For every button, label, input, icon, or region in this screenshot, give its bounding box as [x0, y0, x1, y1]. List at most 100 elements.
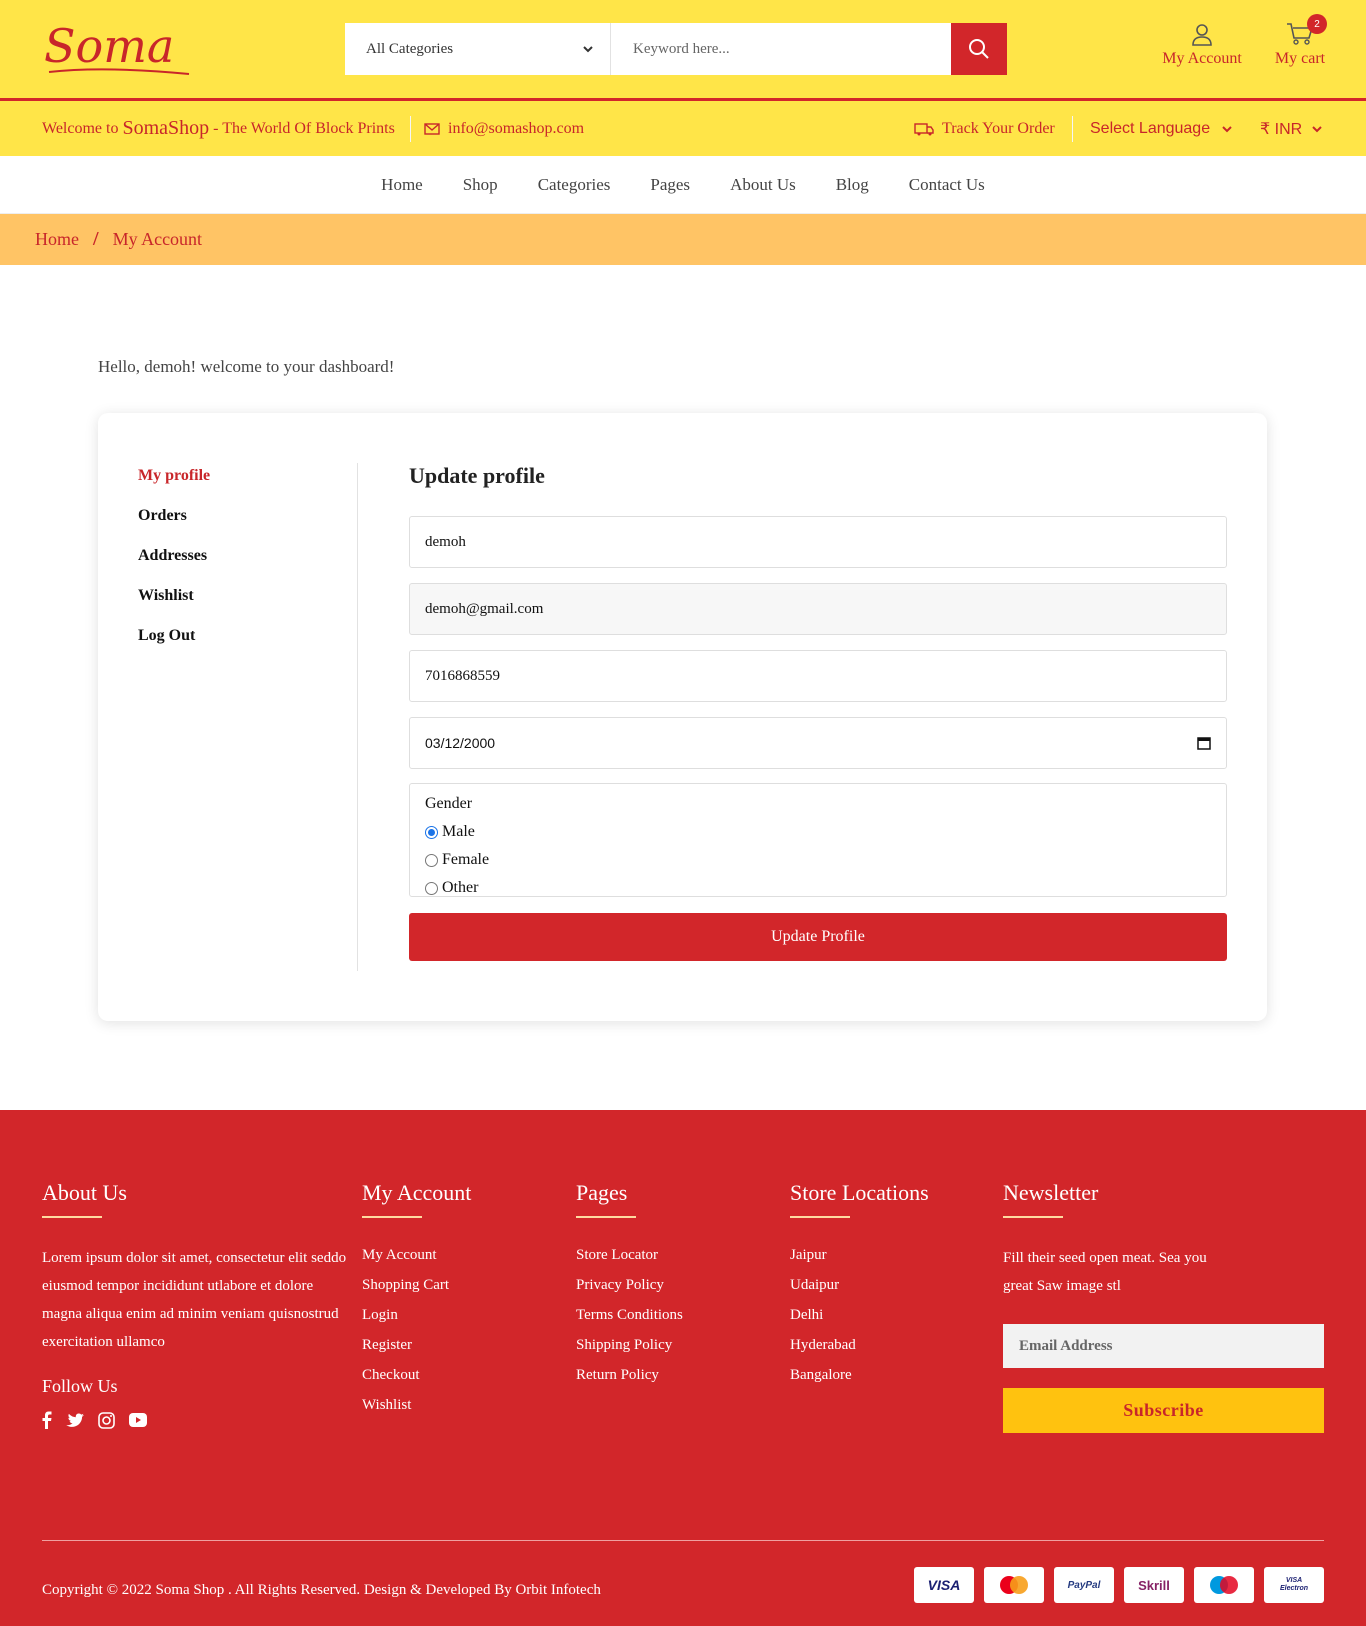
welcome-brand: SomaShop	[122, 117, 210, 139]
dashboard-greeting: Hello, demoh! welcome to your dashboard!	[98, 357, 395, 376]
visa-electron-icon: VISA Electron	[1264, 1567, 1324, 1603]
my-cart-label: My cart	[1274, 50, 1326, 67]
menu-my-profile[interactable]: My profile	[138, 463, 210, 503]
youtube-icon[interactable]	[129, 1413, 147, 1427]
footer-newsletter: Newsletter Fill their seed open meat. Se…	[1003, 1180, 1324, 1433]
footer-link[interactable]: Login	[362, 1300, 471, 1330]
footer-link[interactable]: Udaipur	[790, 1270, 929, 1300]
footer-pages-title: Pages	[576, 1180, 683, 1218]
footer-about: About Us Lorem ipsum dolor sit amet, con…	[42, 1180, 362, 1429]
menu-addresses[interactable]: Addresses	[138, 543, 210, 583]
newsletter-text: Fill their seed open meat. Sea you great…	[1003, 1250, 1207, 1294]
user-icon	[1192, 24, 1212, 46]
mastercard-icon	[984, 1567, 1044, 1603]
gender-option-male[interactable]: Male	[425, 818, 1211, 846]
gender-option-label: Male	[442, 823, 475, 840]
radio-male[interactable]	[425, 825, 438, 839]
footer-stores-title: Store Locations	[790, 1180, 929, 1218]
search-button[interactable]	[951, 23, 1007, 75]
track-order-label: Track Your Order	[942, 119, 1055, 137]
copyright-text: Copyright © 2022 Soma Shop . All Rights …	[42, 1582, 601, 1598]
menu-orders[interactable]: Orders	[138, 503, 210, 543]
breadcrumb-home[interactable]: Home	[35, 229, 79, 250]
visa-icon: VISA	[914, 1567, 974, 1603]
cart-count-badge: 2	[1307, 14, 1327, 34]
menu-wishlist[interactable]: Wishlist	[138, 583, 210, 623]
update-profile-button[interactable]: Update Profile	[409, 913, 1227, 961]
footer-link[interactable]: Bangalore	[790, 1360, 929, 1390]
footer-link[interactable]: Register	[362, 1330, 471, 1360]
dob-field-value: 03/12/2000	[425, 735, 496, 751]
instagram-icon[interactable]	[98, 1411, 115, 1429]
soma-logo[interactable]: Soma	[44, 14, 194, 84]
gender-label: Gender	[425, 795, 473, 812]
category-select-value: All Categories	[366, 40, 454, 57]
my-account-link[interactable]: My Account	[1162, 22, 1242, 68]
footer-link[interactable]: Store Locator	[576, 1240, 683, 1270]
gender-group: Gender Male Female Other	[409, 783, 1227, 897]
svg-text:Soma: Soma	[44, 19, 174, 73]
footer-link[interactable]: Terms Conditions	[576, 1300, 683, 1330]
payment-label: Skrill	[1138, 1577, 1170, 1593]
track-order-link[interactable]: Track Your Order	[914, 101, 1055, 156]
info-bar: Welcome to SomaShop - The World Of Block…	[0, 101, 1366, 156]
footer-link[interactable]: Checkout	[362, 1360, 471, 1390]
welcome-prefix: Welcome to	[42, 119, 123, 137]
footer-link[interactable]: Shopping Cart	[362, 1270, 471, 1300]
footer-link[interactable]: My Account	[362, 1240, 471, 1270]
divider	[410, 116, 411, 142]
phone-field-value: 7016868559	[425, 667, 500, 684]
nav-categories[interactable]: Categories	[518, 175, 631, 195]
welcome-text: Welcome to SomaShop - The World Of Block…	[42, 101, 395, 156]
nav-home[interactable]: Home	[361, 175, 443, 195]
nav-contact-us[interactable]: Contact Us	[889, 175, 1005, 195]
search-bar: All Categories	[345, 23, 1007, 75]
skrill-icon: Skrill	[1124, 1567, 1184, 1603]
breadcrumb-current: My Account	[112, 229, 203, 249]
email-field[interactable]: demoh@gmail.com	[409, 583, 1227, 635]
currency-select[interactable]: ₹ INR	[1260, 101, 1322, 156]
twitter-icon[interactable]	[66, 1413, 84, 1428]
name-field[interactable]: demoh	[409, 516, 1227, 568]
dob-field[interactable]: 03/12/2000	[409, 717, 1227, 769]
nav-pages[interactable]: Pages	[630, 175, 710, 195]
radio-female[interactable]	[425, 853, 438, 867]
facebook-icon[interactable]	[42, 1411, 52, 1429]
search-icon	[969, 39, 989, 59]
nav-shop[interactable]: Shop	[443, 175, 518, 195]
calendar-icon[interactable]	[1197, 736, 1211, 750]
gender-option-other[interactable]: Other	[425, 874, 1211, 902]
email-link[interactable]: info@somashop.com	[448, 120, 584, 138]
footer-link[interactable]: Return Policy	[576, 1360, 683, 1390]
gender-option-label: Other	[442, 879, 479, 896]
nav-blog[interactable]: Blog	[816, 175, 889, 195]
currency-value: ₹ INR	[1260, 120, 1303, 138]
subscribe-button[interactable]: Subscribe	[1003, 1388, 1324, 1433]
maestro-icon	[1194, 1567, 1254, 1603]
footer-link[interactable]: Delhi	[790, 1300, 929, 1330]
footer-link[interactable]: Privacy Policy	[576, 1270, 683, 1300]
footer-link[interactable]: Wishlist	[362, 1390, 471, 1420]
divider	[1072, 116, 1073, 142]
main-nav: Home Shop Categories Pages About Us Blog…	[0, 156, 1366, 214]
footer-divider	[42, 1540, 1324, 1541]
footer-link[interactable]: Hyderabad	[790, 1330, 929, 1360]
footer-link[interactable]: Shipping Policy	[576, 1330, 683, 1360]
contact-email[interactable]: info@somashop.com	[424, 101, 584, 156]
language-select[interactable]: Select Language	[1090, 101, 1232, 156]
category-select[interactable]: All Categories	[345, 23, 611, 75]
gender-option-female[interactable]: Female	[425, 846, 1211, 874]
footer-link[interactable]: Jaipur	[790, 1240, 929, 1270]
newsletter-email-input[interactable]	[1003, 1324, 1324, 1368]
payment-label: VISA	[927, 1577, 961, 1593]
footer-store-locations: Store Locations Jaipur Udaipur Delhi Hyd…	[790, 1180, 929, 1390]
footer-about-text: Lorem ipsum dolor sit amet, consectetur …	[42, 1244, 362, 1356]
radio-other[interactable]	[425, 881, 438, 895]
breadcrumb-separator: /	[93, 228, 99, 250]
search-input[interactable]	[611, 23, 951, 75]
footer-about-text-1: Lorem ipsum dolor sit amet, consectetur …	[42, 1250, 347, 1294]
nav-about-us[interactable]: About Us	[710, 175, 816, 195]
footer-account-title: My Account	[362, 1180, 471, 1218]
menu-log-out[interactable]: Log Out	[138, 623, 210, 663]
phone-field[interactable]: 7016868559	[409, 650, 1227, 702]
